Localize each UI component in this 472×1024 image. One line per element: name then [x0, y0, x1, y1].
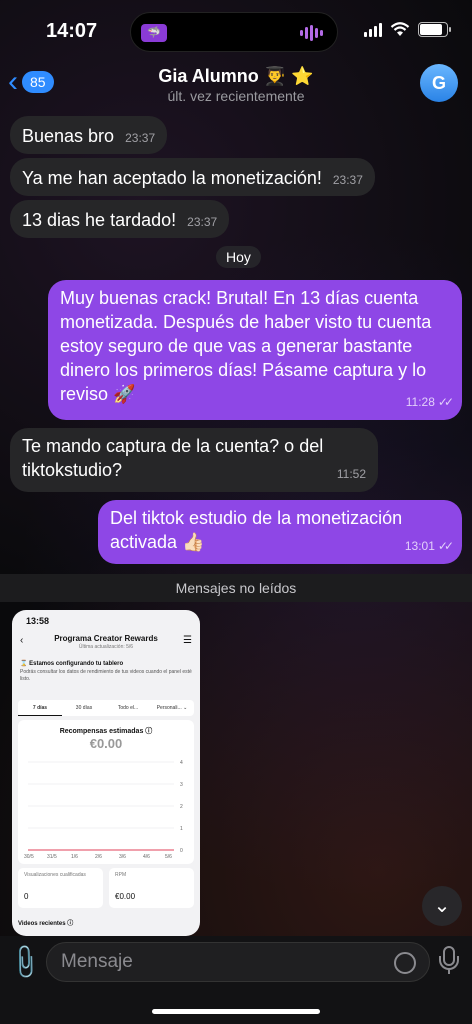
chart-y-tick: 0	[180, 848, 183, 854]
screenshot-views-tile: Visualizaciones cualificadas 0	[18, 868, 103, 908]
chat-title[interactable]: Gia Alumno 👨‍🎓 ⭐	[0, 66, 472, 87]
message-input[interactable]	[46, 942, 430, 982]
message-time-value: 11:28	[405, 395, 435, 409]
screenshot-tab: Todo el...	[117, 705, 139, 711]
cellular-signal-icon	[364, 22, 382, 37]
screenshot-chart: 4 3 2 1 0 30/5 31/5 1/6 2/6 3/6 4/6 5/6	[24, 760, 183, 860]
screenshot-views-value: 0	[24, 892, 29, 901]
message-incoming[interactable]: 13 dias he tardado! 23:37	[10, 200, 230, 238]
screenshot-tabs: 7 días 30 días Todo el... Personali... ⌄	[18, 700, 194, 716]
screenshot-rpm-label: RPM	[115, 872, 127, 878]
screenshot-views-label: Visualizaciones cualificadas	[24, 872, 86, 878]
chat-header: ‹ 85 Gia Alumno 👨‍🎓 ⭐ últ. vez recientem…	[0, 58, 472, 108]
message-time-value: 13:01	[404, 539, 435, 553]
scroll-down-button[interactable]: ⌄	[422, 886, 462, 926]
chart-y-tick: 3	[180, 782, 183, 788]
chart-x-tick: 2/6	[95, 854, 102, 860]
screenshot-tab: 30 días	[75, 705, 93, 711]
date-separator: Hoy	[216, 246, 261, 268]
message-text: Buenas bro	[22, 126, 115, 146]
screenshot-tab: Personali... ⌄	[156, 705, 188, 711]
screenshot-rewards-value: €0.00	[89, 736, 123, 751]
chart-x-tick: 5/6	[165, 854, 172, 860]
attachment-icon[interactable]: 📎	[4, 942, 46, 983]
chart-x-tick: 4/6	[143, 854, 150, 860]
message-time: 11:52	[336, 467, 366, 481]
screenshot-rewards-label: Recompensas estimadas ⓘ	[59, 728, 153, 735]
screenshot-rewards-card: Recompensas estimadas ⓘ €0.00 4 3 2 1 0 …	[18, 720, 194, 864]
message-time: 13:01 ✓✓	[404, 534, 454, 558]
screenshot-tab: 7 días	[18, 700, 62, 716]
microphone-icon[interactable]	[438, 946, 460, 978]
screenshot-menu-icon: ☰	[183, 635, 192, 646]
chart-x-tick: 31/5	[47, 854, 57, 860]
status-time: 14:07	[46, 20, 98, 42]
wifi-icon	[390, 22, 410, 36]
message-time: 23:37	[332, 173, 363, 187]
message-text: Te mando captura de la cuenta? o del tik…	[22, 436, 324, 480]
message-time: 23:37	[125, 131, 156, 145]
message-outgoing[interactable]: Muy buenas crack! Brutal! En 13 días cue…	[48, 280, 462, 420]
read-ticks-icon: ✓✓	[437, 539, 454, 553]
chart-x-tick: 30/5	[24, 854, 34, 860]
screenshot-setup-desc: Podrás consultar los datos de rendimient…	[20, 669, 192, 682]
status-bar: 14:07 🦈	[0, 0, 472, 58]
screenshot-subtitle: Última actualización: 5/6	[78, 644, 134, 650]
home-indicator[interactable]	[152, 1009, 320, 1014]
message-time: 11:28 ✓✓	[405, 390, 454, 414]
message-time: 23:37	[187, 215, 218, 229]
screenshot-rpm-value: €0.00	[115, 892, 136, 901]
sticker-icon[interactable]	[394, 952, 416, 974]
chart-y-tick: 1	[180, 826, 183, 832]
screenshot-time: 13:58	[26, 616, 50, 626]
message-incoming[interactable]: Buenas bro 23:37	[10, 116, 168, 154]
chart-y-tick: 4	[180, 760, 183, 766]
battery-icon	[418, 22, 451, 37]
message-incoming[interactable]: Ya me han aceptado la monetización! 23:3…	[10, 158, 375, 196]
message-text: 13 dias he tardado!	[22, 210, 177, 230]
chart-y-tick: 2	[180, 804, 183, 810]
screenshot-rpm-tile: RPM €0.00	[109, 868, 194, 908]
island-app-icon: 🦈	[141, 24, 167, 42]
chart-x-tick: 1/6	[71, 854, 78, 860]
chart-x-tick: 3/6	[119, 854, 126, 860]
avatar[interactable]: G	[420, 64, 458, 102]
screenshot-setup-title: ⌛ Estamos configurando tu tablero	[20, 661, 124, 667]
unread-separator: Mensajes no leídos	[0, 574, 472, 602]
audio-wave-icon	[300, 25, 323, 41]
read-ticks-icon: ✓✓	[437, 395, 454, 409]
message-text: Muy buenas crack! Brutal! En 13 días cue…	[60, 288, 432, 404]
screenshot-videos-label: Videos recientes ⓘ	[18, 921, 74, 927]
dynamic-island[interactable]: 🦈	[130, 12, 338, 52]
message-incoming[interactable]: Te mando captura de la cuenta? o del tik…	[10, 428, 378, 492]
image-message[interactable]: 13:58 ‹ Programa Creator Rewards Última …	[12, 610, 200, 936]
message-outgoing[interactable]: Del tiktok estudio de la monetización ac…	[98, 500, 462, 564]
last-seen-status: últ. vez recientemente	[167, 88, 305, 104]
screenshot-title: Programa Creator Rewards	[54, 634, 158, 643]
message-text: Ya me han aceptado la monetización!	[22, 168, 322, 188]
chevron-down-icon: ⌄	[433, 895, 451, 917]
message-text: Del tiktok estudio de la monetización ac…	[110, 508, 403, 552]
